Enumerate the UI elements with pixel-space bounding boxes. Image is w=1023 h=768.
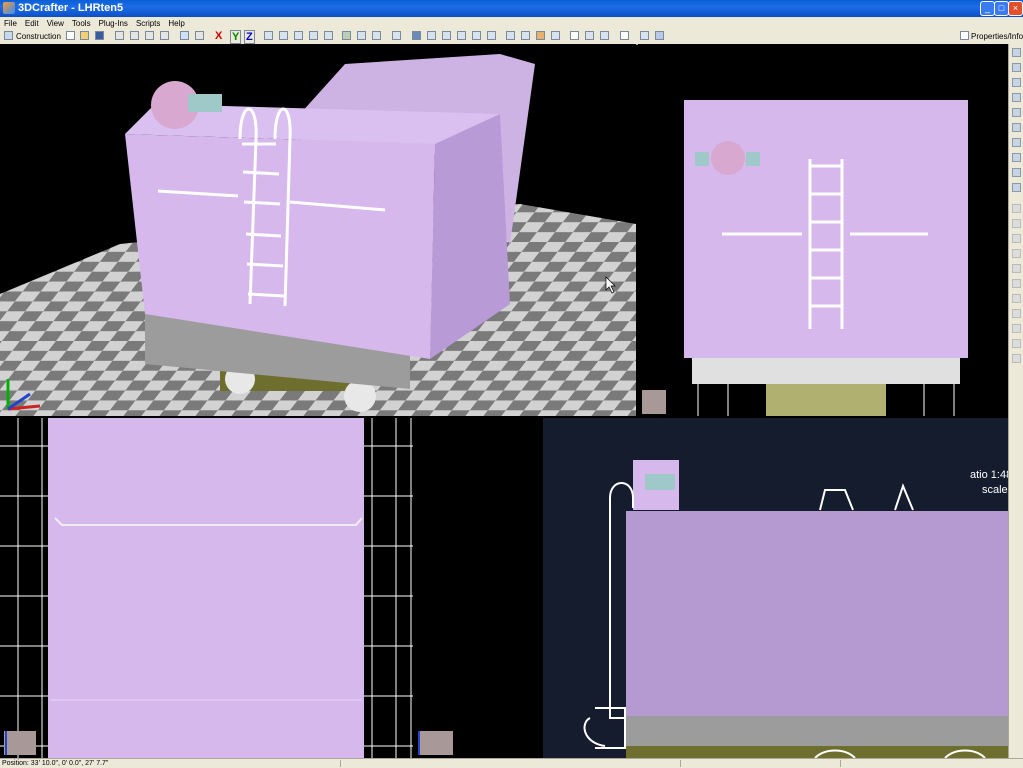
delete-icon[interactable]	[160, 31, 169, 40]
front-scene	[642, 100, 968, 416]
grid-icon[interactable]	[357, 31, 366, 40]
side-scene: atio 1:48 scale	[418, 418, 1008, 758]
zoom-window-icon[interactable]	[309, 31, 318, 40]
box-select-icon[interactable]	[1012, 63, 1021, 72]
axis-y-toggle[interactable]: Y	[230, 30, 242, 44]
zoom-extents-icon[interactable]	[264, 31, 273, 40]
open-icon[interactable]	[80, 31, 89, 40]
disabled-tool-icon	[1012, 309, 1021, 318]
plane-icon[interactable]	[442, 31, 451, 40]
blueprint-scale-text: scale	[982, 484, 1008, 496]
front-viewport[interactable]	[638, 44, 1008, 416]
zoom-all-icon[interactable]	[294, 31, 303, 40]
tender-top-view	[48, 418, 364, 758]
rotate-icon[interactable]	[1012, 93, 1021, 102]
top-viewport[interactable]	[0, 418, 413, 758]
render-icon[interactable]	[506, 31, 515, 40]
minimize-button[interactable]: _	[980, 1, 995, 16]
status-divider	[340, 760, 341, 767]
axis-gizmo	[642, 390, 666, 414]
perspective-scene	[0, 54, 636, 416]
copy-icon[interactable]	[130, 31, 139, 40]
cut-icon[interactable]	[115, 31, 124, 40]
disabled-tool-icon	[1012, 264, 1021, 273]
view-quad-icon[interactable]	[585, 31, 594, 40]
tender-side-view	[626, 511, 1008, 716]
tank-box	[188, 94, 222, 112]
toolbar: Construction X Y Z Properties/Info	[0, 29, 1023, 45]
lasso-icon[interactable]	[1012, 78, 1021, 87]
axes-icon[interactable]	[427, 31, 436, 40]
disabled-tool-icon	[1012, 279, 1021, 288]
fullscreen-icon[interactable]	[620, 31, 629, 40]
maximize-button[interactable]: □	[994, 1, 1009, 16]
tender-front-view	[684, 100, 968, 358]
bulb-icon[interactable]	[472, 31, 481, 40]
view-single-icon[interactable]	[570, 31, 579, 40]
tender-base	[626, 716, 1008, 746]
app-icon	[3, 2, 15, 14]
tender-base	[692, 358, 960, 384]
paint-brush-icon[interactable]	[1012, 138, 1021, 147]
disabled-tool-icon	[1012, 219, 1021, 228]
eyedropper-icon[interactable]	[1012, 168, 1021, 177]
path-icon[interactable]	[487, 31, 496, 40]
axis-gizmo	[4, 731, 36, 755]
paste-icon[interactable]	[145, 31, 154, 40]
side-viewport[interactable]: atio 1:48 scale	[415, 418, 1008, 758]
properties-icon	[960, 31, 969, 40]
fill-icon[interactable]	[1012, 153, 1021, 162]
disabled-tool-icon	[1012, 339, 1021, 348]
select-icon[interactable]	[342, 31, 351, 40]
scale-icon[interactable]	[1012, 123, 1021, 132]
status-divider	[840, 760, 841, 767]
status-divider	[680, 760, 681, 767]
title-bar: 3DCrafter - LHRten5 _ □ ×	[0, 0, 1023, 17]
top-scene	[0, 418, 413, 758]
tank-hatch	[711, 141, 745, 175]
light-icon[interactable]	[392, 31, 401, 40]
marker-icon[interactable]	[551, 31, 560, 40]
construction-button[interactable]: Construction	[16, 31, 61, 42]
construction-icon	[4, 31, 13, 40]
save-icon[interactable]	[95, 31, 104, 40]
menu-bar: File Edit View Tools Plug-Ins Scripts Help	[0, 17, 1023, 29]
disabled-tool-icon	[1012, 354, 1021, 363]
disabled-tool-icon	[1012, 204, 1021, 213]
redo-icon[interactable]	[195, 31, 204, 40]
right-toolbar	[1008, 44, 1023, 758]
disabled-tool-icon	[1012, 324, 1021, 333]
animation-icon[interactable]	[521, 31, 530, 40]
orbit-icon[interactable]	[324, 31, 333, 40]
tank-box	[645, 474, 675, 490]
close-button[interactable]: ×	[1008, 1, 1023, 16]
anchor-icon[interactable]	[1012, 183, 1021, 192]
blueprint-scale-text: atio 1:48	[970, 469, 1008, 481]
move-icon[interactable]	[1012, 108, 1021, 117]
select-tool-icon[interactable]	[1012, 48, 1021, 57]
camera-icon[interactable]	[457, 31, 466, 40]
perspective-viewport[interactable]	[0, 44, 636, 416]
disabled-tool-icon	[1012, 234, 1021, 243]
disabled-tool-icon	[1012, 249, 1021, 258]
properties-info-button[interactable]: Properties/Info	[971, 31, 1023, 42]
axis-gizmo	[419, 731, 453, 755]
axis-x-toggle[interactable]: X	[215, 30, 222, 42]
undo-icon[interactable]	[180, 31, 189, 40]
texture-icon[interactable]	[372, 31, 381, 40]
window-title: 3DCrafter - LHRten5	[18, 2, 124, 14]
help-icon[interactable]	[655, 31, 664, 40]
view-split-icon[interactable]	[600, 31, 609, 40]
disabled-tool-icon	[1012, 294, 1021, 303]
zoom-selected-icon[interactable]	[279, 31, 288, 40]
cube-icon[interactable]	[412, 31, 421, 40]
new-icon[interactable]	[66, 31, 75, 40]
truck-frame	[766, 384, 886, 416]
axis-z-toggle[interactable]: Z	[244, 30, 255, 44]
web-icon[interactable]	[640, 31, 649, 40]
paint-icon[interactable]	[536, 31, 545, 40]
